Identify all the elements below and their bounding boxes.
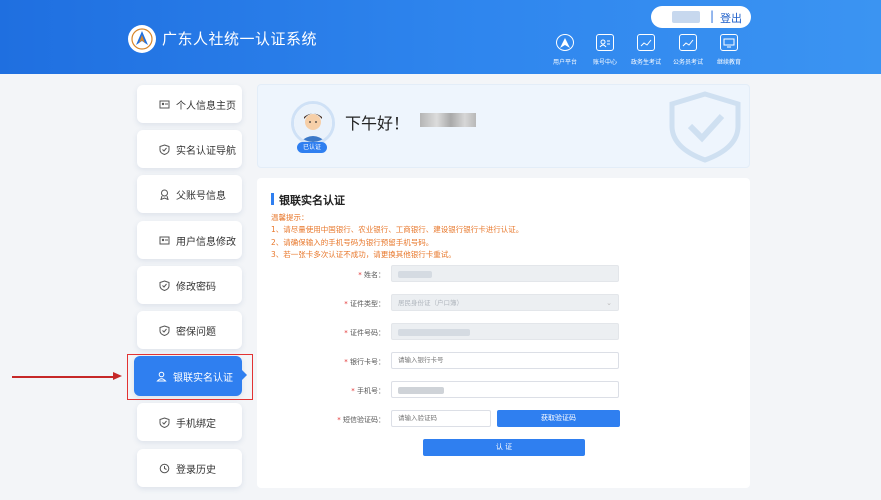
sidebar-item-label: 登录历史 <box>176 464 216 476</box>
name-field <box>391 265 619 282</box>
id-type-select[interactable]: 居民身份证（户口簿） ⌄ <box>391 294 619 311</box>
id-card-icon <box>159 99 170 110</box>
nav-exam-1[interactable]: 政务生考试 <box>624 34 668 66</box>
phone-label: * 手机号： <box>351 387 385 395</box>
chart-icon <box>637 34 655 51</box>
id-card-icon <box>159 235 170 246</box>
tip-line: 温馨提示： <box>271 213 309 222</box>
sidebar-item-realname-nav[interactable]: 实名认证导航 <box>137 130 242 168</box>
shield-check-icon <box>159 416 170 428</box>
greeting-text: 下午好！ <box>345 114 410 133</box>
nav-label: 账号中心 <box>592 59 617 66</box>
sms-code-input[interactable] <box>391 410 491 427</box>
tip-line: 3、若一张卡多次认证不成功，请更换其他银行卡重试。 <box>271 249 456 259</box>
sidebar-item-security-question[interactable]: 密保问题 <box>137 311 242 349</box>
sidebar-item-label: 用户信息修改 <box>176 236 236 248</box>
shield-check-icon <box>159 279 170 291</box>
tip-line: 2、请确保输入的手机号码为银行预留手机号码。 <box>271 237 434 247</box>
sidebar-item-parent-account[interactable]: 父账号信息 <box>137 175 242 213</box>
section-title: 银联实名认证 <box>279 194 345 207</box>
section-marker <box>271 193 274 205</box>
nav-user-platform[interactable]: 用户平台 <box>543 34 587 66</box>
avatar <box>291 101 335 145</box>
monitor-icon <box>720 34 738 51</box>
tips-block: 温馨提示： 1、请尽量使用中国银行、农业银行、工商银行、建设银行银行卡进行认证。… <box>271 212 523 261</box>
sidebar-item-label: 父账号信息 <box>176 190 226 202</box>
sidebar-item-change-password[interactable]: 修改密码 <box>137 266 242 304</box>
shield-check-icon <box>159 324 170 336</box>
sidebar-item-label: 修改密码 <box>176 281 216 293</box>
name-label: * 姓名： <box>358 271 385 279</box>
username-redacted <box>420 113 476 127</box>
tip-line: 1、请尽量使用中国银行、农业银行、工商银行、建设银行银行卡进行认证。 <box>271 225 524 235</box>
app-logo[interactable] <box>128 25 156 53</box>
nav-label: 用户平台 <box>552 59 577 66</box>
sidebar-item-edit-info[interactable]: 用户信息修改 <box>137 221 242 259</box>
sidebar-item-login-history[interactable]: 登录历史 <box>137 449 242 487</box>
nav-account-center[interactable]: 账号中心 <box>583 34 627 66</box>
logout-link[interactable]: 登出 <box>720 10 742 26</box>
sms-code-label: * 短信验证码： <box>337 416 385 424</box>
sidebar-item-label: 密保问题 <box>176 326 216 338</box>
id-number-field <box>391 323 619 340</box>
sidebar-item-label: 手机绑定 <box>176 418 216 430</box>
shield-check-decoration-icon <box>669 91 741 163</box>
nav-exam-2[interactable]: 公务员考试 <box>666 34 710 66</box>
annotation-arrow <box>12 376 116 378</box>
app-title: 广东人社统一认证系统 <box>162 30 318 48</box>
nav-label: 公务员考试 <box>672 59 703 66</box>
user-platform-icon <box>556 34 574 51</box>
id-number-label: * 证件号码： <box>344 329 385 337</box>
submit-button[interactable]: 认 证 <box>423 439 585 456</box>
id-card-icon <box>596 34 614 51</box>
get-code-button[interactable]: 获取验证码 <box>497 410 620 427</box>
clock-icon <box>159 463 170 474</box>
nav-label: 政务生考试 <box>630 59 661 66</box>
shield-check-icon <box>159 143 170 155</box>
id-type-label: * 证件类型： <box>344 300 385 308</box>
bank-card-label: * 银行卡号： <box>344 358 385 366</box>
sidebar-item-profile[interactable]: 个人信息主页 <box>137 85 242 123</box>
annotation-arrow-head <box>113 372 122 380</box>
bank-card-input[interactable] <box>391 352 619 369</box>
sidebar-item-phone-binding[interactable]: 手机绑定 <box>137 403 242 441</box>
phone-input[interactable] <box>391 381 619 398</box>
chevron-down-icon: ⌄ <box>606 299 612 307</box>
separator: | <box>710 9 715 23</box>
sidebar-item-label: 实名认证导航 <box>176 145 236 157</box>
annotation-highlight-box <box>127 354 253 400</box>
user-badge-icon <box>159 189 170 200</box>
nav-education[interactable]: 继续教育 <box>707 34 751 66</box>
nav-label: 继续教育 <box>716 59 741 66</box>
username-redacted <box>672 11 700 23</box>
chart-icon <box>679 34 697 51</box>
verified-badge: 已认证 <box>297 142 327 153</box>
sidebar-item-label: 个人信息主页 <box>176 100 236 112</box>
